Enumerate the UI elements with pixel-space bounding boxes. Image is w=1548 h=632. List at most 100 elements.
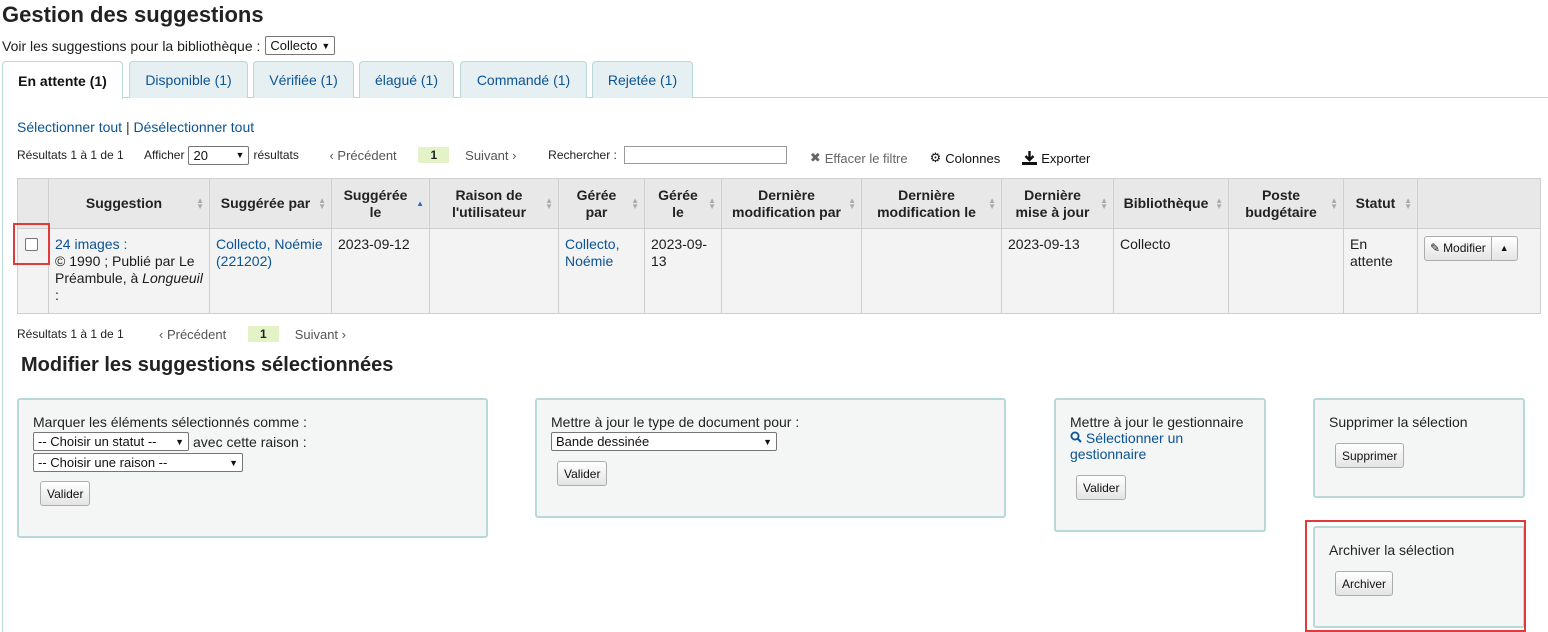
export-button[interactable]: Exporter xyxy=(1022,151,1090,166)
suggested-by-link[interactable]: Collecto, Noémie (221202) xyxy=(216,236,323,269)
archive-selection-box: Archiver la sélection Archiver xyxy=(1313,526,1525,628)
sort-icon: ▲ ▼ xyxy=(848,195,856,211)
select-links: Sélectionner tout | Désélectionner tout xyxy=(17,119,255,135)
mark-status-box: Marquer les éléments sélectionnés comme … xyxy=(17,398,488,538)
bottom-toolbar: Résultats 1 à 1 de 1 ‹ Précédent 1 Suiva… xyxy=(17,324,346,344)
edit-section-title: Modifier les suggestions sélectionnées xyxy=(21,354,394,376)
mark-status-submit-button[interactable]: Valider xyxy=(40,481,91,506)
library-cell: Collecto xyxy=(1113,228,1229,314)
archive-button[interactable]: Archiver xyxy=(1335,571,1394,596)
sort-icon: ▲ ▼ xyxy=(1215,195,1223,211)
col-last-modified-by[interactable]: Dernière modification par ▲ ▼ xyxy=(721,178,862,229)
chevron-down-icon: ▼ xyxy=(229,457,238,468)
managed-by-link[interactable]: Collecto, Noémie xyxy=(565,236,619,269)
doctype-select[interactable]: Bande dessinée ▼ xyxy=(551,432,777,451)
library-filter: Voir les suggestions pour la bibliothèqu… xyxy=(2,36,336,55)
sort-icon: ▲ ▼ xyxy=(545,195,553,211)
col-managed-by[interactable]: Gérée par ▲ ▼ xyxy=(558,178,645,229)
search-input[interactable] xyxy=(623,146,787,164)
doctype-label: Mettre à jour le type de document pour : xyxy=(551,414,800,430)
tab-verifiee[interactable]: Vérifiée (1) xyxy=(253,61,354,98)
last-updated-cell: 2023-09-13 xyxy=(1001,228,1114,314)
row-checkbox[interactable] xyxy=(25,238,38,251)
sort-icon: ▲ ▼ xyxy=(1404,195,1412,211)
col-last-modified-on[interactable]: Dernière modification le ▲ ▼ xyxy=(861,178,1002,229)
clear-filter-button[interactable]: ✖ Effacer le filtre xyxy=(810,150,908,166)
col-actions xyxy=(1417,178,1541,229)
tab-rejetee[interactable]: Rejetée (1) xyxy=(592,61,693,98)
last-modified-on-cell xyxy=(861,228,1002,314)
tab-en-attente[interactable]: En attente (1) xyxy=(2,61,123,99)
delete-label: Supprimer la sélection xyxy=(1329,414,1468,430)
status-tabs: En attente (1) Disponible (1) Vérifiée (… xyxy=(2,61,1548,99)
prev-page-link[interactable]: ‹ Précédent xyxy=(329,148,418,163)
col-user-reason[interactable]: Raison de l'utilisateur ▲ ▼ xyxy=(429,178,559,229)
archive-label: Archiver la sélection xyxy=(1329,542,1455,558)
status-cell: En attente xyxy=(1343,228,1418,314)
sort-icon: ▲ ▼ xyxy=(1330,195,1338,211)
table-header-row: Suggestion ▲ ▼ Suggérée par ▲ ▼ Suggérée le ▲… xyxy=(17,178,1541,229)
page-title: Gestion des suggestions xyxy=(2,2,264,27)
caret-up-icon: ▲ xyxy=(1499,243,1509,253)
chevron-down-icon: ▼ xyxy=(175,436,184,447)
search-icon xyxy=(1070,431,1082,443)
col-budget[interactable]: Poste budgétaire ▲ ▼ xyxy=(1228,178,1344,229)
close-icon: ✖ xyxy=(809,150,821,165)
update-manager-box: Mettre à jour le gestionnaire Sélectionn… xyxy=(1054,398,1266,532)
sort-icon: ▲ ▼ xyxy=(1100,195,1108,211)
deselect-all-link[interactable]: Désélectionner tout xyxy=(134,119,255,135)
gear-icon: ⚙ xyxy=(929,150,942,165)
col-status[interactable]: Statut ▲ ▼ xyxy=(1343,178,1418,229)
sort-ascending-icon: ▲ xyxy=(416,198,424,208)
delete-button[interactable]: Supprimer xyxy=(1335,443,1405,468)
status-select[interactable]: -- Choisir un statut -- ▼ xyxy=(33,432,189,451)
col-suggested-on[interactable]: Suggérée le ▲ xyxy=(331,178,430,229)
col-suggestion[interactable]: Suggestion ▲ ▼ xyxy=(48,178,210,229)
actions-dropdown-button[interactable]: ▲ xyxy=(1491,236,1518,261)
sort-icon: ▲ ▼ xyxy=(196,195,204,211)
search-label: Rechercher : xyxy=(548,148,617,162)
suggested-on-cell: 2023-09-12 xyxy=(331,228,430,314)
sort-icon: ▲ ▼ xyxy=(708,195,716,211)
tab-elague[interactable]: élagué (1) xyxy=(359,61,454,98)
budget-cell xyxy=(1228,228,1344,314)
col-managed-on[interactable]: Gérée le ▲ ▼ xyxy=(644,178,722,229)
col-library[interactable]: Bibliothèque ▲ ▼ xyxy=(1113,178,1229,229)
select-all-link[interactable]: Sélectionner tout xyxy=(17,119,122,135)
reason-select[interactable]: -- Choisir une raison -- ▼ xyxy=(33,453,243,472)
tab-commande[interactable]: Commandé (1) xyxy=(460,61,587,98)
library-filter-label: Voir les suggestions pour la bibliothèqu… xyxy=(2,37,261,54)
col-select xyxy=(17,178,49,229)
library-select[interactable]: Collecto ▼ xyxy=(265,36,336,55)
col-suggested-by[interactable]: Suggérée par ▲ ▼ xyxy=(209,178,332,229)
row-actions: ✎ Modifier ▲ xyxy=(1424,236,1518,261)
page-size-select[interactable]: 20 ▼ xyxy=(188,145,250,165)
col-last-updated[interactable]: Dernière mise à jour ▲ ▼ xyxy=(1001,178,1114,229)
suggestion-title-link[interactable]: 24 images : xyxy=(55,236,127,252)
sort-icon: ▲ ▼ xyxy=(988,195,996,211)
tab-disponible[interactable]: Disponible (1) xyxy=(129,61,248,98)
select-manager-link[interactable]: Sélectionner un gestionnaire xyxy=(1070,430,1250,462)
current-page: 1 xyxy=(418,147,450,163)
table-row: 24 images : © 1990 ; Publié par Le Préam… xyxy=(17,228,1541,314)
show-label: Afficher xyxy=(144,148,185,162)
bottom-current-page: 1 xyxy=(248,326,279,342)
manager-label: Mettre à jour le gestionnaire xyxy=(1070,414,1244,430)
chevron-down-icon: ▼ xyxy=(235,150,245,160)
results-label: résultats xyxy=(253,148,299,162)
bottom-next-page-link[interactable]: Suivant › xyxy=(295,327,346,342)
bottom-prev-page-link[interactable]: ‹ Précédent xyxy=(159,327,248,342)
doctype-submit-button[interactable]: Valider xyxy=(557,461,608,486)
suggestion-cell: 24 images : © 1990 ; Publié par Le Préam… xyxy=(48,228,210,314)
manager-submit-button[interactable]: Valider xyxy=(1076,475,1127,500)
sort-icon: ▲ ▼ xyxy=(318,195,326,211)
sort-icon: ▲ ▼ xyxy=(631,195,639,211)
next-page-link[interactable]: Suivant › xyxy=(465,148,548,163)
edit-button[interactable]: ✎ Modifier xyxy=(1424,236,1492,261)
columns-button[interactable]: ⚙ Colonnes xyxy=(930,150,1001,166)
managed-on-cell: 2023-09-13 xyxy=(644,228,722,314)
bottom-results-info: Résultats 1 à 1 de 1 xyxy=(17,327,124,341)
mark-status-label: Marquer les éléments sélectionnés comme … xyxy=(33,414,307,430)
suggestions-table: Suggestion ▲ ▼ Suggérée par ▲ ▼ Suggérée le ▲… xyxy=(17,178,1541,314)
delete-selection-box: Supprimer la sélection Supprimer xyxy=(1313,398,1525,498)
